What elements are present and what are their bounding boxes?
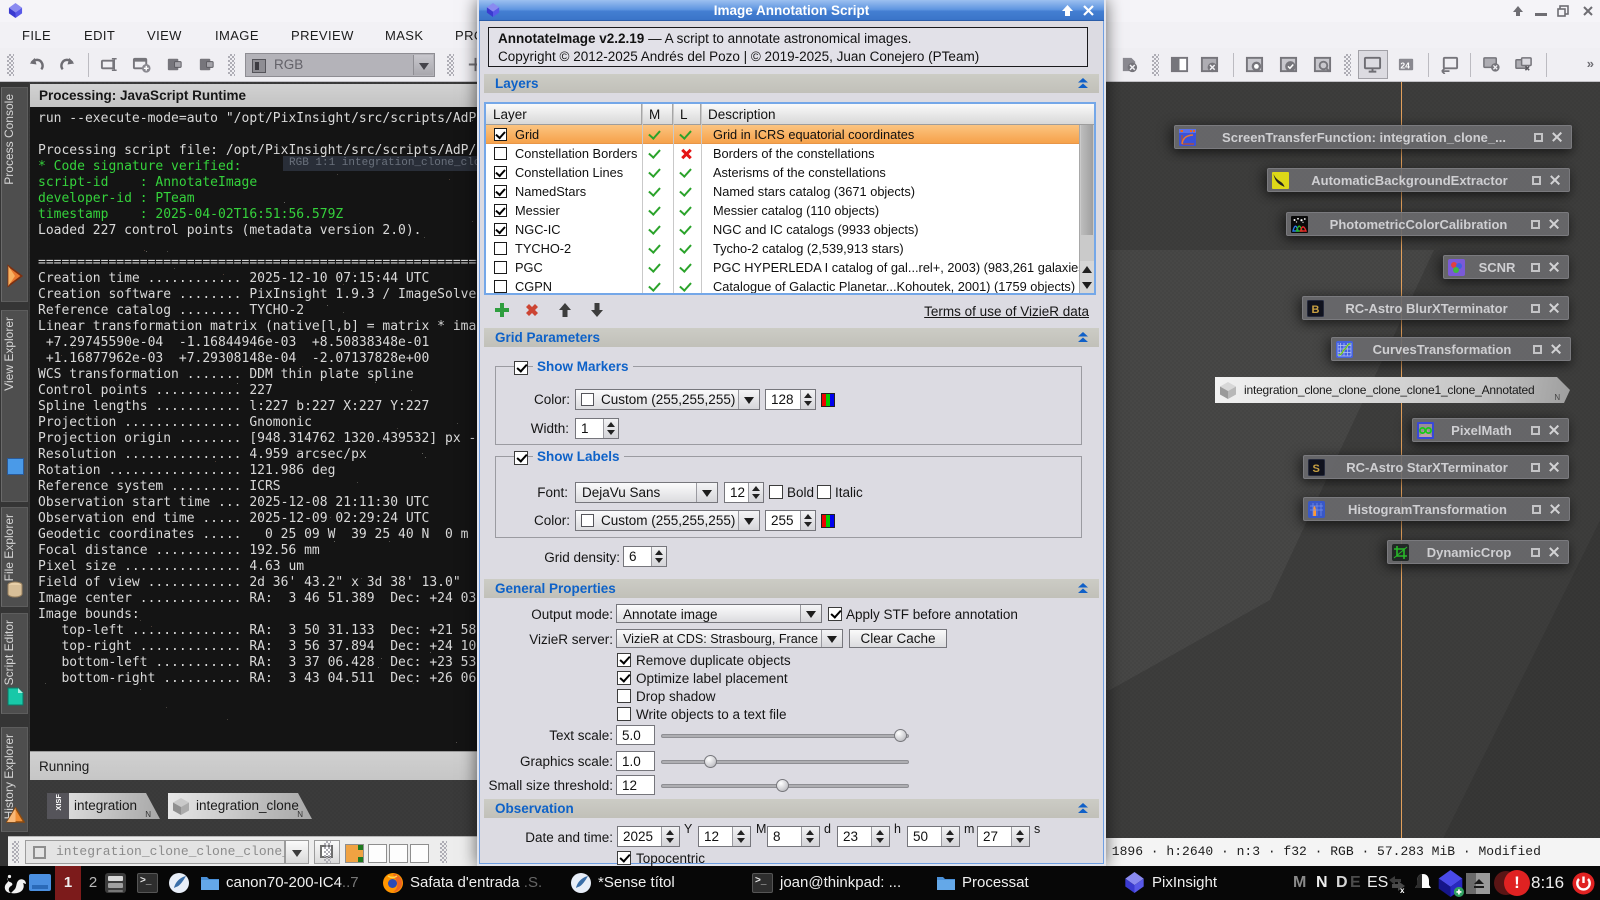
svg-text:S: S [1313, 463, 1320, 475]
svg-text:x: x [1400, 886, 1405, 894]
svg-text:24: 24 [1400, 60, 1410, 70]
svg-text:B: B [1312, 304, 1320, 316]
